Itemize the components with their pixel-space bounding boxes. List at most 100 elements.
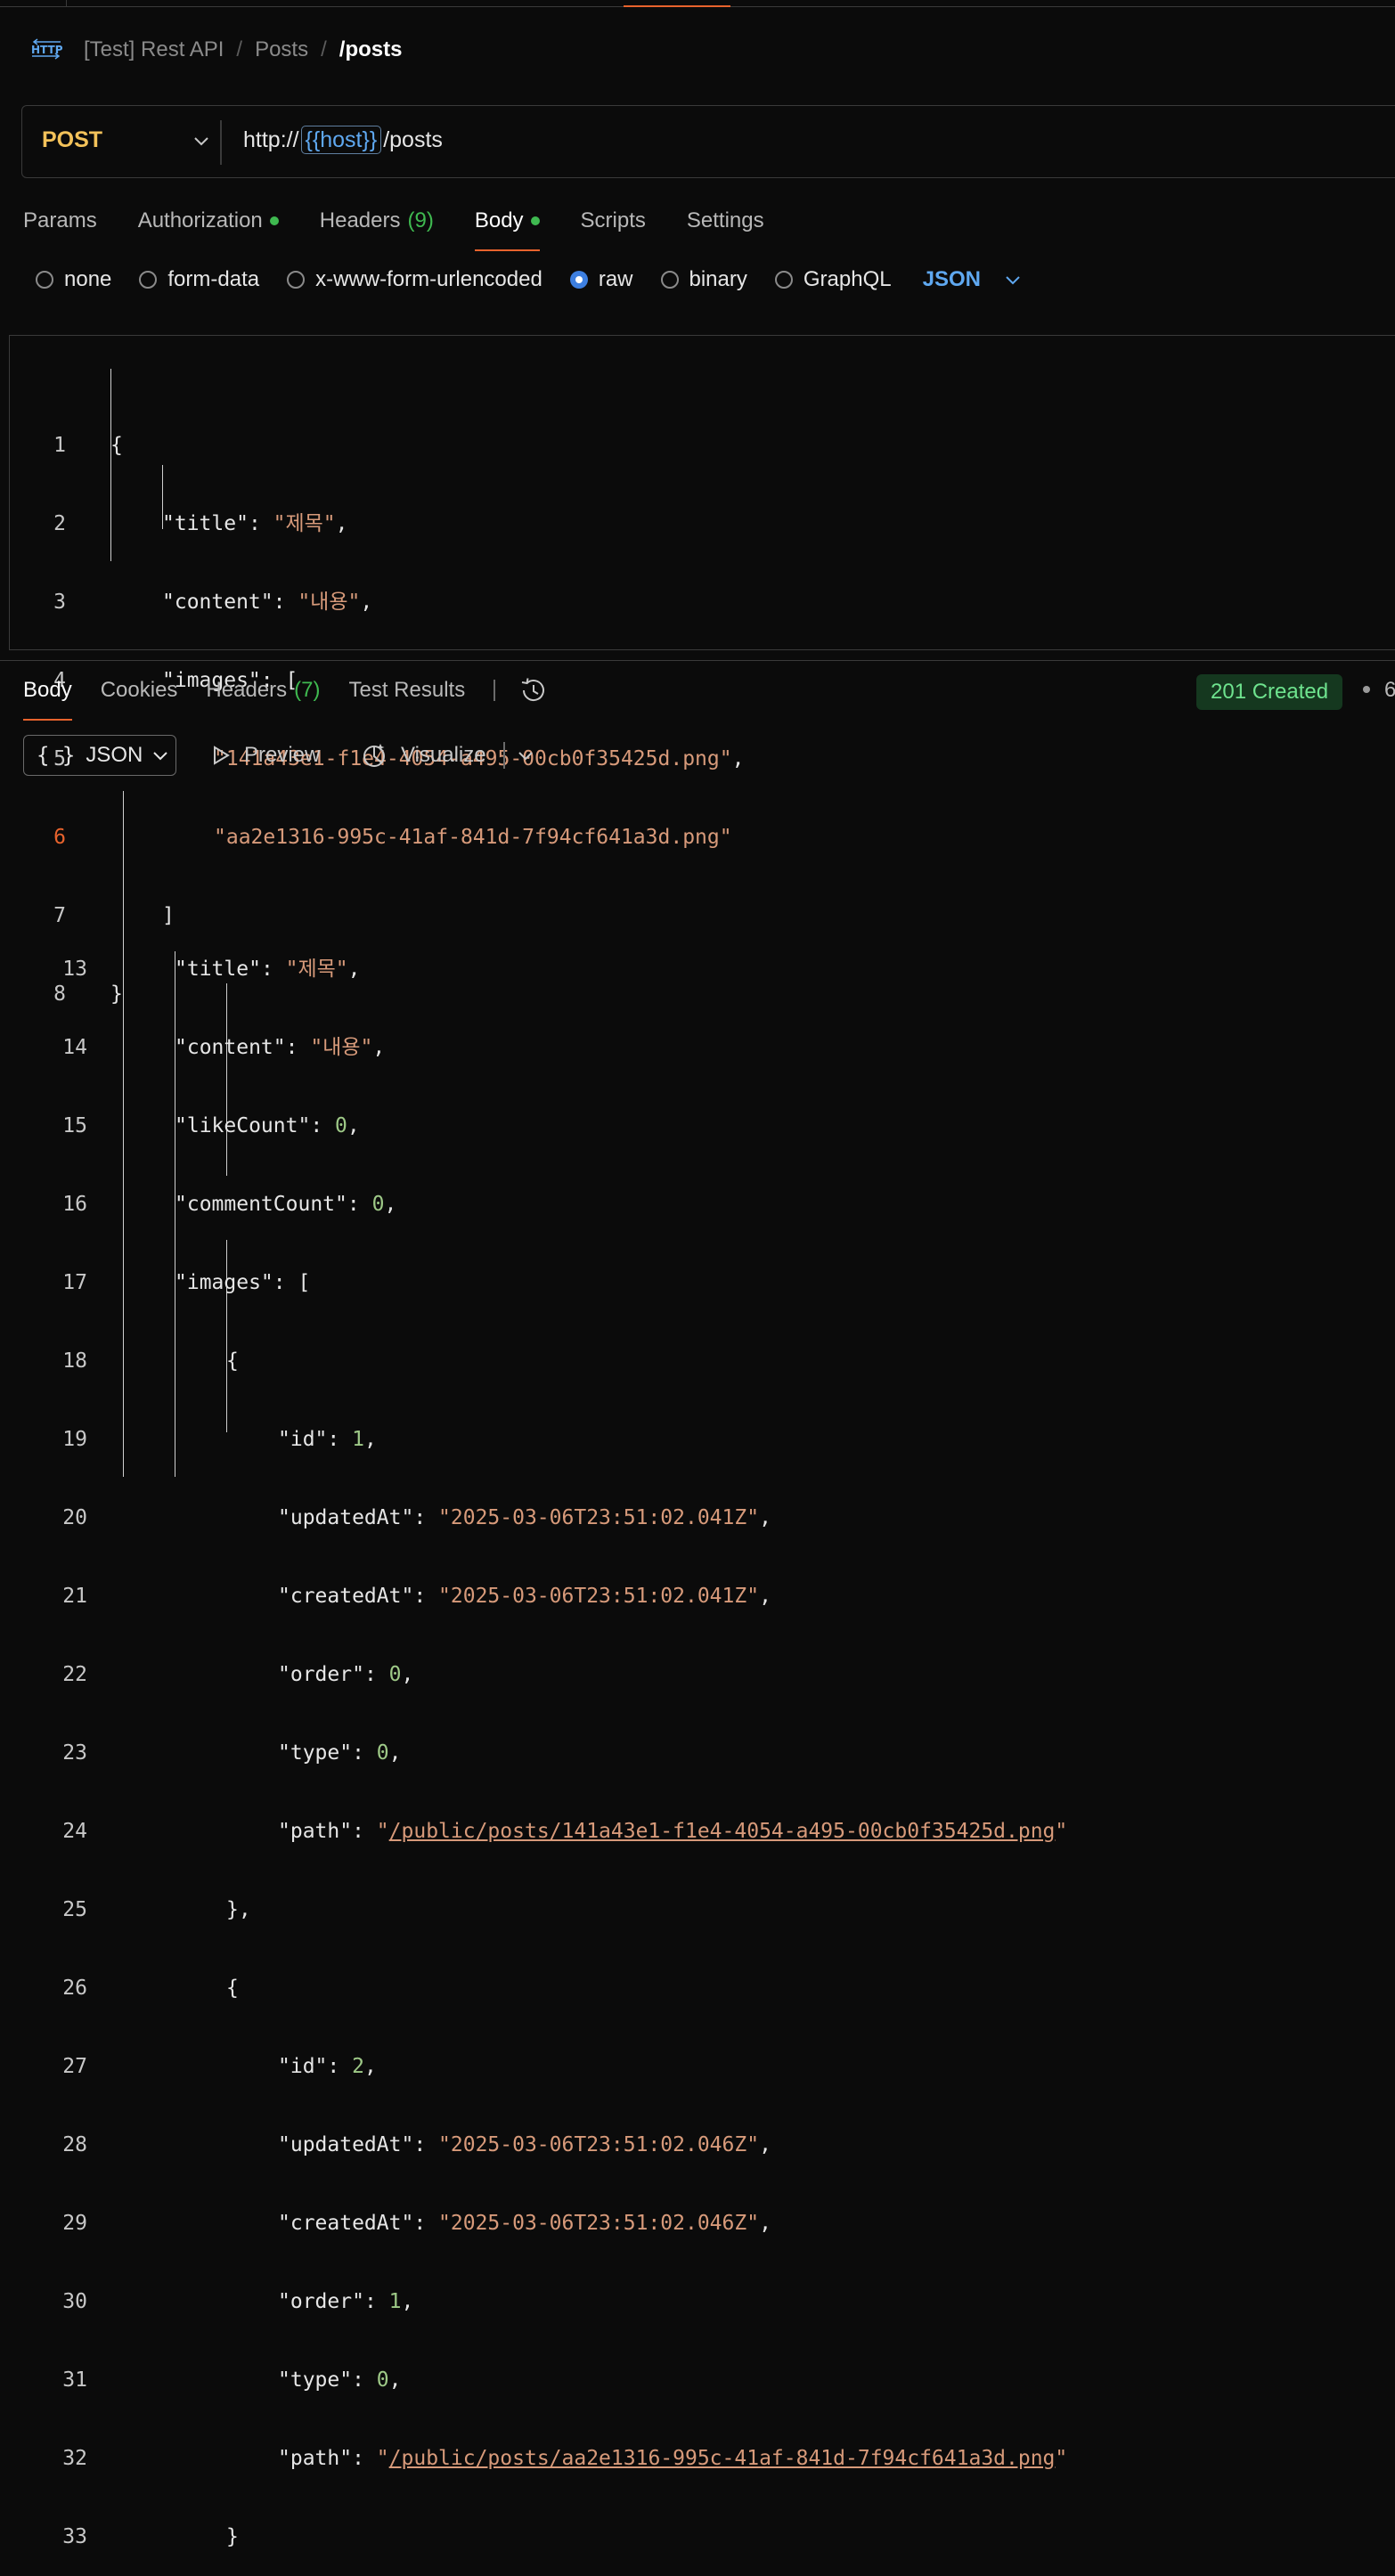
active-tab-indicator — [624, 5, 730, 7]
breadcrumb: HTTP [Test] Rest API / Posts / /posts — [30, 34, 402, 66]
tab-label: Body — [23, 678, 72, 702]
json-key: "type" — [278, 2368, 353, 2392]
url-divider — [220, 120, 222, 165]
json-key: "title" — [162, 512, 249, 535]
format-select[interactable]: { } JSON — [23, 735, 176, 776]
preview-label: Preview — [244, 743, 321, 767]
json-number: 0 — [376, 2368, 389, 2392]
tab-label: Test Results — [348, 678, 466, 702]
json-key: "createdAt" — [278, 2212, 414, 2235]
line-number: 1 — [53, 434, 66, 457]
preview-button[interactable]: Preview — [210, 738, 320, 772]
response-tab-cookies[interactable]: Cookies — [101, 674, 178, 706]
body-type-group: none form-data x-www-form-urlencoded raw… — [36, 267, 1022, 292]
toolbar-divider — [503, 742, 505, 769]
response-tab-headers[interactable]: Headers (7) — [206, 674, 320, 706]
radio-label: form-data — [167, 267, 260, 291]
tab-settings[interactable]: Settings — [687, 205, 764, 237]
line-number: 22 — [62, 1663, 87, 1686]
language-select[interactable]: JSON — [923, 267, 1022, 292]
json-key: "commentCount" — [175, 1193, 347, 1216]
url-variable[interactable]: {{host}} — [300, 126, 382, 154]
line-number: 33 — [62, 2525, 87, 2548]
braces-icon: { } — [37, 743, 76, 768]
breadcrumb-folder[interactable]: Posts — [255, 37, 308, 62]
response-tab-test-results[interactable]: Test Results — [348, 674, 465, 706]
tab-label: Params — [23, 208, 97, 232]
svg-text:HTTP: HTTP — [31, 44, 62, 56]
json-key: "updatedAt" — [278, 2133, 414, 2156]
radio-urlencoded[interactable]: x-www-form-urlencoded — [287, 267, 542, 292]
request-name[interactable]: /posts — [339, 37, 403, 62]
separator-dot — [1363, 686, 1370, 693]
json-key: "path" — [278, 2447, 353, 2470]
chevron-down-icon — [1006, 276, 1020, 285]
tab-label: Settings — [686, 208, 764, 232]
json-key: "path" — [278, 1820, 353, 1843]
url-input[interactable]: http:// {{host}} /posts — [243, 126, 443, 154]
json-key: "updatedAt" — [278, 1506, 414, 1529]
line-number: 2 — [53, 512, 66, 535]
line-number: 26 — [62, 1977, 87, 2000]
chevron-down-icon[interactable] — [517, 746, 534, 764]
json-string: "aa2e1316-995c-41af-841d-7f94cf641a3d.pn… — [214, 826, 732, 849]
json-key: "createdAt" — [278, 1585, 414, 1608]
radio-circle — [660, 271, 679, 289]
radio-label: raw — [598, 267, 633, 291]
line-number: 14 — [62, 1036, 87, 1059]
radio-raw[interactable]: raw — [569, 267, 633, 292]
json-number: 0 — [335, 1114, 347, 1137]
line-number: 23 — [62, 1741, 87, 1765]
line-number: 25 — [62, 1898, 87, 1921]
line-number: 29 — [62, 2212, 87, 2235]
radio-label: none — [64, 267, 112, 291]
headers-count: (7) — [294, 678, 321, 702]
line-number: 15 — [62, 1114, 87, 1137]
line-number: 19 — [62, 1428, 87, 1451]
tab-scripts[interactable]: Scripts — [581, 205, 646, 237]
json-key: "content" — [162, 591, 273, 614]
line-number: 20 — [62, 1506, 87, 1529]
status-dot — [269, 216, 279, 225]
pane-divider[interactable] — [0, 660, 1395, 661]
line-number: 17 — [62, 1271, 87, 1294]
radio-graphql[interactable]: GraphQL — [774, 267, 892, 292]
json-string: "2025-03-06T23:51:02.041Z" — [438, 1585, 760, 1608]
json-link[interactable]: /public/posts/aa2e1316-995c-41af-841d-7f… — [389, 2447, 1056, 2470]
line-number: 21 — [62, 1585, 87, 1608]
radio-form-data[interactable]: form-data — [139, 267, 259, 292]
json-link[interactable]: /public/posts/141a43e1-f1e4-4054-a495-00… — [389, 1820, 1056, 1843]
json-number: 2 — [352, 2055, 364, 2078]
line-number: 18 — [62, 1349, 87, 1373]
json-key: "id" — [278, 2055, 328, 2078]
chevron-down-icon[interactable] — [192, 131, 211, 151]
response-time[interactable]: 6 — [1384, 678, 1395, 703]
line-number: 30 — [62, 2290, 87, 2313]
response-code[interactable]: 13 "title": "제목", 14 "content": "내용", 15 "l… — [48, 791, 1067, 2576]
radio-label: x-www-form-urlencoded — [315, 267, 542, 291]
json-key: "type" — [278, 1741, 353, 1765]
tab-authorization[interactable]: Authorization — [138, 205, 279, 237]
history-icon[interactable] — [518, 675, 549, 705]
toolbar-divider — [494, 680, 496, 701]
url-prefix: http:// — [243, 126, 299, 152]
http-icon: HTTP — [31, 38, 62, 60]
tab-body[interactable]: Body — [474, 205, 540, 251]
radio-circle — [774, 271, 793, 289]
tab-headers[interactable]: Headers (9) — [320, 205, 434, 237]
json-key: "order" — [278, 2290, 364, 2313]
response-tab-body[interactable]: Body — [23, 674, 72, 721]
radio-none[interactable]: none — [36, 267, 111, 292]
headers-count: (9) — [407, 208, 434, 232]
breadcrumb-collection[interactable]: [Test] Rest API — [84, 37, 224, 62]
breadcrumb-separator: / — [236, 37, 243, 61]
json-key: "content" — [175, 1036, 286, 1059]
radio-binary[interactable]: binary — [660, 267, 747, 292]
tab-label: Authorization — [137, 208, 263, 232]
radio-circle-selected — [569, 271, 588, 289]
method-select[interactable]: POST — [42, 127, 102, 153]
visualize-button[interactable]: Visualize — [360, 738, 486, 772]
tab-params[interactable]: Params — [23, 205, 97, 237]
status-badge[interactable]: 201 Created — [1196, 674, 1343, 710]
json-number: 0 — [388, 1663, 402, 1686]
